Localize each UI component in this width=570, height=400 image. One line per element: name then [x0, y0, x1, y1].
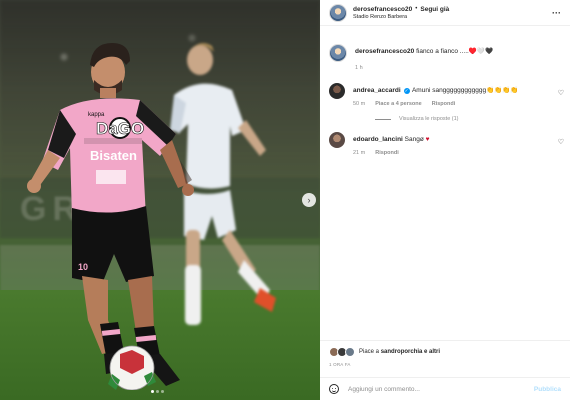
- post-header: derosefrancesco20 • Segui già Stadio Ren…: [320, 0, 570, 26]
- post-image[interactable]: GREE DaGO Bisaten kappa: [0, 0, 320, 400]
- comment-avatar[interactable]: [329, 83, 345, 99]
- author-username[interactable]: derosefrancesco20: [353, 6, 412, 13]
- publish-button[interactable]: Pubblica: [534, 386, 561, 393]
- shirt-sponsor-text: Bisaten: [90, 148, 137, 163]
- more-options-button[interactable]: ···: [552, 8, 561, 18]
- view-replies-button[interactable]: Visualizza le risposte (1): [375, 116, 570, 122]
- comment-likes[interactable]: Piace a 4 persone: [375, 101, 421, 107]
- post-footer: Piace a sandroporchia e altri 1 ORA FA: [320, 340, 570, 367]
- carousel-dot: [156, 390, 159, 393]
- comment-text: Amuni sangggggggggggg👏👏👏👏: [411, 87, 519, 94]
- carousel-indicator: [151, 390, 164, 393]
- liker-avatars: [329, 347, 355, 357]
- comment-avatar[interactable]: [329, 132, 345, 148]
- post-caption: derosefrancesco20 fianco a fianco .....♥…: [320, 44, 570, 71]
- comment-input[interactable]: [348, 385, 534, 393]
- reply-button[interactable]: Rispondi: [432, 101, 456, 107]
- main-player: DaGO Bisaten kappa 10: [27, 43, 194, 390]
- liker-avatar: [345, 347, 355, 357]
- emoji-icon[interactable]: [329, 384, 339, 394]
- next-image-button[interactable]: ›: [302, 193, 316, 207]
- post-location[interactable]: Stadio Renzo Barbera: [353, 14, 449, 20]
- likes-user[interactable]: sandroporchia: [381, 349, 423, 355]
- author-avatar[interactable]: [329, 3, 347, 22]
- verified-badge-icon: ✓: [403, 88, 410, 94]
- likes-prefix: Piace a: [359, 349, 380, 355]
- caption-text: fianco a fianco .....♥️🤍🖤: [416, 48, 494, 55]
- reply-divider: [375, 118, 391, 120]
- chevron-right-icon: ›: [307, 194, 311, 205]
- comment-item: edoardo_lancini Sangø ♥ 21 m Rispondi ♡: [320, 132, 570, 156]
- caption-avatar[interactable]: [329, 44, 347, 62]
- heart-outline-icon: ♡: [557, 139, 564, 146]
- post-sidebar: derosefrancesco20 • Segui già Stadio Ren…: [320, 0, 570, 400]
- likes-summary[interactable]: Piace a sandroporchia e altri: [329, 347, 561, 357]
- header-separator: •: [415, 6, 418, 12]
- shirt-sponsor-logo: DaGO: [96, 119, 144, 138]
- carousel-dot: [161, 390, 164, 393]
- comment-item: andrea_accardi ✓ Amuni sangggggggggggg👏👏…: [320, 83, 570, 107]
- likes-suffix[interactable]: e altri: [424, 349, 440, 355]
- comment-time[interactable]: 50 m: [353, 101, 365, 107]
- comment-text: Sangø: [404, 136, 424, 143]
- like-comment-button[interactable]: ♡: [558, 138, 564, 146]
- comment-username[interactable]: andrea_accardi: [353, 87, 401, 94]
- add-comment-bar: Pubblica: [320, 377, 570, 400]
- reply-button[interactable]: Rispondi: [375, 150, 399, 156]
- post-time-ago[interactable]: 1 ORA FA: [329, 362, 561, 367]
- caption-username[interactable]: derosefrancesco20: [355, 48, 414, 55]
- comment-username[interactable]: edoardo_lancini: [353, 136, 403, 143]
- shorts-number: 10: [78, 262, 88, 272]
- heart-outline-icon: ♡: [557, 90, 564, 97]
- more-horizontal-icon: ···: [552, 7, 561, 18]
- caption-time[interactable]: 1 h: [355, 65, 363, 71]
- view-replies-label: Visualizza le risposte (1): [399, 116, 459, 122]
- follow-status-button[interactable]: Segui già: [420, 6, 449, 13]
- carousel-dot: [151, 390, 154, 393]
- comment-time[interactable]: 21 m: [353, 150, 365, 156]
- red-heart-emoji: ♥: [425, 136, 430, 143]
- like-comment-button[interactable]: ♡: [558, 89, 564, 97]
- kit-brand: kappa: [88, 112, 105, 118]
